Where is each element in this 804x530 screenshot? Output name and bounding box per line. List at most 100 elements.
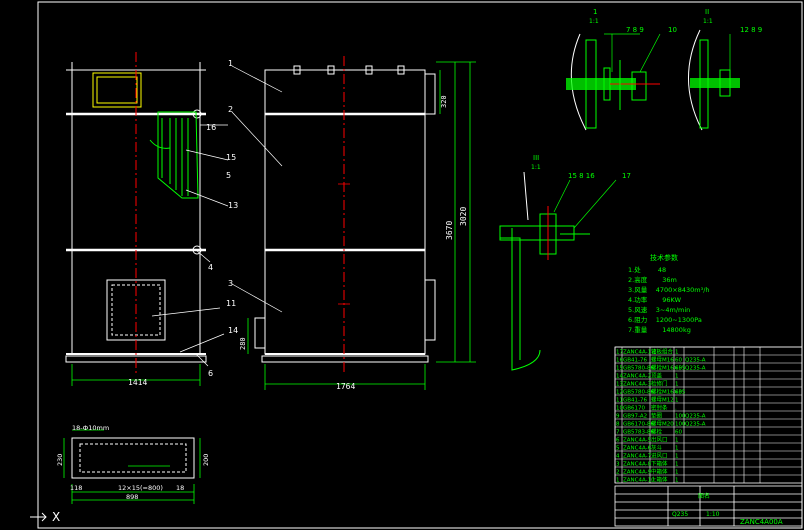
bom-cell: 1: [675, 478, 679, 484]
bom-cell: 螺母M20: [651, 420, 674, 428]
callout-3: 3: [228, 279, 233, 288]
dim-height-inner: 3670: [445, 221, 454, 240]
dim-nozzle-h: 280: [239, 337, 247, 350]
bom-cell: ZANC4A-8: [623, 462, 652, 468]
front-dimension-lines: [247, 61, 476, 390]
bom-cell: GB97-A2: [623, 414, 647, 420]
dim-height-outer: 3020: [459, 207, 468, 226]
bom-cell: 1: [675, 438, 679, 444]
bom-cell: 垫圈: [651, 412, 663, 420]
bom-cell: 60: [675, 430, 682, 436]
bom-cell: 出风口: [651, 436, 668, 444]
bom-cell: 8: [616, 422, 620, 428]
bom-cell: ZANC4A-9: [623, 470, 652, 476]
bom-cell: 下箱体: [651, 460, 668, 468]
bom-cell: ZANC4A-2: [623, 374, 651, 380]
section-mark-3-top: III: [533, 154, 539, 162]
bom-cell: .: [675, 406, 677, 412]
plate-dim-top: 230: [56, 454, 64, 466]
callout-5: 5: [226, 171, 231, 180]
bom-cell: Q235-A: [685, 422, 706, 428]
axis-label-x: X: [52, 510, 61, 524]
dim-flange-h: 320: [440, 95, 448, 108]
title-scale: 1:10: [706, 511, 720, 518]
plate-detail: [71, 437, 195, 479]
detail-leaders: [553, 33, 731, 229]
bom-cell: 60: [675, 358, 682, 364]
bom-cell: GB6170-86: [623, 422, 655, 428]
bom-cell: 3: [616, 462, 620, 468]
detail-II: [688, 29, 740, 131]
front-view: [254, 65, 436, 363]
callout-1: 1: [228, 59, 233, 68]
specs-heading: 技术参数: [650, 253, 678, 262]
bom-cell: 5: [616, 446, 620, 452]
spec-line-5: 5.风速 3~4m/min: [628, 306, 690, 314]
plate-dim-mid: 12×15(=800): [118, 484, 163, 492]
bom-cell: 螺母M16: [651, 356, 674, 364]
ucs-icon: [30, 509, 47, 525]
spec-line-3: 3.风量 4700×8430m³/h: [628, 286, 710, 294]
callout-4: 4: [208, 263, 213, 272]
bom-cell: 上箱体: [651, 476, 668, 484]
plate-dim-right: 18: [176, 484, 184, 492]
callout-15-8-16: 15 8 16: [568, 172, 595, 180]
bom-cell: 7: [616, 430, 620, 436]
bom-cell: GB5783-86: [623, 430, 655, 436]
bom-cell: 12: [616, 390, 623, 396]
spec-line-6: 6.阻力 1200~1300Pa: [628, 315, 702, 324]
bom-cell: 9: [616, 414, 620, 420]
section-mark-1-top: 1: [593, 8, 597, 16]
bom-cell: 1: [675, 398, 679, 404]
bom-cell: 灰斗: [651, 444, 663, 452]
bom-cell: 螺栓: [651, 428, 663, 436]
plate-dim-outer: 898: [126, 493, 138, 501]
callout-7-8-9: 7 8 9: [626, 26, 644, 34]
bom-cell: GB41-76: [623, 398, 648, 404]
title-name: 图名: [698, 492, 710, 500]
bom-cell: 螺母M12: [651, 396, 674, 404]
callout-17: 17: [622, 172, 631, 180]
bom-cell: 管板组合: [651, 348, 674, 356]
bom-cell: ZANC4A-7: [623, 454, 652, 460]
callout-12-8-9: 12 8 9: [740, 26, 762, 34]
section-mark-2-bottom: 1:1: [703, 18, 713, 25]
bom-table: 17 ZANC4A-1-1管板组合 116 GB41-76 螺母M16 60 Q235-A1…: [614, 346, 803, 484]
spec-line-1: 1.处 48: [628, 265, 666, 274]
bom-cell: Q235-A: [685, 366, 706, 372]
bom-cell: 6: [616, 438, 620, 444]
bom-cell: 1: [616, 478, 620, 484]
callout-10: 10: [668, 26, 677, 34]
title-material: Q235: [672, 511, 688, 518]
plate-dim-left: 118: [70, 484, 82, 492]
bom-cell: GB5780-86: [623, 366, 655, 372]
callout-6: 6: [208, 369, 213, 378]
bom-cell: ZANC4A-3: [623, 382, 652, 388]
bom-cell: 检修门: [651, 380, 668, 388]
callout-14: 14: [228, 326, 238, 335]
front-leaders: [231, 65, 283, 313]
bom-cell: 1: [675, 374, 679, 380]
plate-dim-inner: 200: [202, 454, 210, 466]
dim-left-width: 1414: [128, 378, 147, 387]
dim-front-width: 1764: [336, 382, 355, 391]
bom-cell: 1: [675, 454, 679, 460]
bom-cell: 60: [675, 390, 682, 396]
callout-15: 15: [226, 153, 236, 162]
bom-cell: 中箱体: [651, 468, 668, 476]
cad-drawing: 1414 4 11 14 6 13 5 15 16 1764 320 3670 …: [30, 1, 803, 529]
spec-line-4: 4.功率 96KW: [628, 295, 682, 304]
section-mark-3-bottom: 1:1: [531, 164, 541, 171]
section-mark-1-bottom: 1:1: [589, 18, 599, 25]
bom-cell: 60: [675, 366, 682, 372]
drawing-frame: [37, 1, 803, 529]
bom-cell: 1: [675, 470, 679, 476]
bom-cell: 顶盖: [651, 372, 663, 380]
callout-2: 2: [228, 105, 233, 114]
bom-cell: 密封条: [651, 404, 668, 412]
bom-cell: 4: [616, 454, 620, 460]
bom-cell: GB6170: [623, 406, 646, 412]
bom-cell: Q235-A: [685, 414, 706, 420]
bom-cell: 进风口: [651, 452, 668, 460]
bom-cell: 1: [675, 462, 679, 468]
